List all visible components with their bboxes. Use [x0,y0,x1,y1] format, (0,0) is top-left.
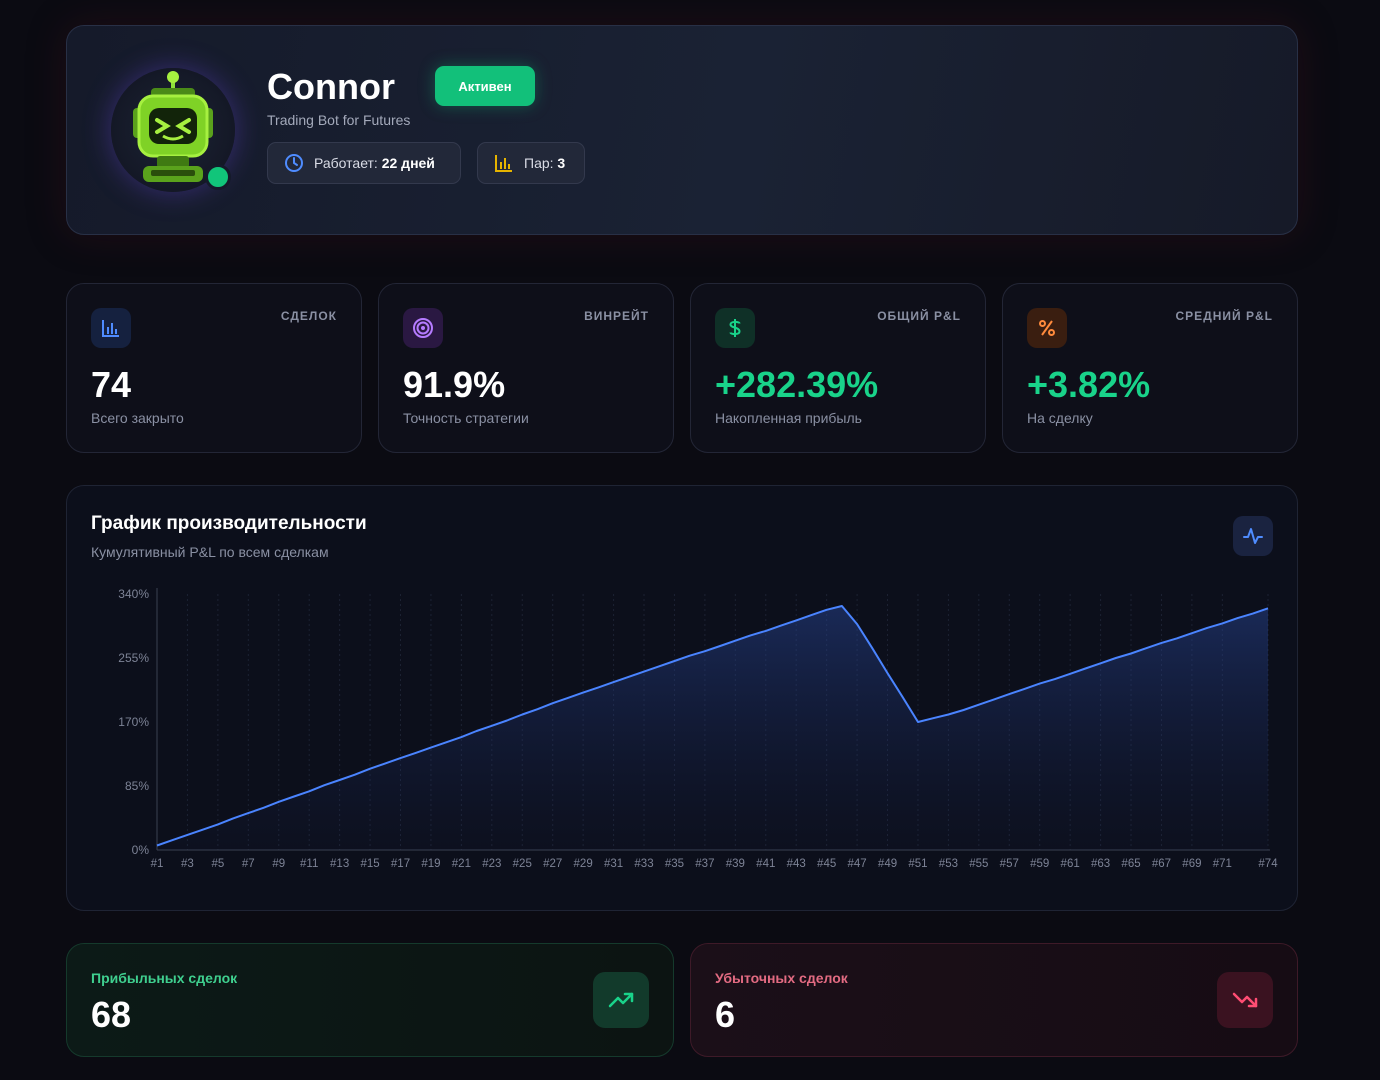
x-tick-label: #61 [1061,858,1080,870]
stat-desc: Накопленная прибыль [715,410,862,426]
series-area [157,606,1268,850]
performance-chart: 0% 85% 170% 255% 340% #1 #3 #5 #7 #9 #11 #13 #15 #17 #… [118,587,1278,870]
x-tick-label: #21 [452,858,471,870]
losing-trades-card: Убыточных сделок 6 [690,943,1298,1057]
online-indicator [205,164,231,190]
stat-card-total-pnl: ОБЩИЙ P&L +282.39% Накопленная прибыль [690,283,986,453]
stat-card-winrate: ВИНРЕЙТ 91.9% Точность стратегии [378,283,674,453]
clock-icon [285,154,303,172]
x-tick-label: #1 [151,858,164,870]
bot-name: Connor [267,66,395,107]
bar-chart-icon [495,155,512,172]
bot-subtitle: Trading Bot for Futures [267,112,411,128]
x-tick-label: #25 [513,858,532,870]
x-tick-label: #19 [421,858,440,870]
percent-icon [1027,308,1067,348]
x-tick-label: #13 [330,858,349,870]
stat-desc: Всего закрыто [91,410,184,426]
x-tick-label: #69 [1182,858,1201,870]
y-tick-label: 85% [125,779,149,793]
y-tick-label: 340% [118,587,149,601]
pairs-label: Пар: [524,155,554,171]
stat-value: 91.9% [403,364,506,405]
performance-chart-card: График производительности Кумулятивный P… [66,485,1298,911]
uptime-label: Работает: [314,155,378,171]
dollar-icon [715,308,755,348]
pairs-chip: Пар: 3 [477,142,585,184]
bar-chart-icon [91,308,131,348]
x-tick-label: #7 [242,858,255,870]
x-tick-label: #57 [1000,858,1019,870]
x-tick-label: #39 [726,858,745,870]
uptime-chip: Работает: 22 дней [267,142,461,184]
losing-label: Убыточных сделок [715,970,848,986]
stat-card-trades: СДЕЛОК 74 Всего закрыто [66,283,362,453]
target-icon [403,308,443,348]
x-tick-label: #63 [1091,858,1110,870]
stat-label: ВИНРЕЙТ [584,309,649,323]
x-tick-label: #27 [543,858,562,870]
bot-header-card: Connor Активен Trading Bot for Futures Р… [66,25,1298,235]
winning-value: 68 [91,994,132,1035]
x-tick-label: #43 [787,858,806,870]
x-tick-label: #53 [939,858,958,870]
x-tick-label: #74 [1258,858,1278,870]
x-tick-label: #9 [272,858,285,870]
y-tick-label: 255% [118,651,149,665]
stat-label: СДЕЛОК [280,309,337,323]
winning-label: Прибыльных сделок [91,970,238,986]
x-tick-label: #31 [604,858,623,870]
x-tick-label: #51 [908,858,927,870]
status-badge: Активен [435,66,535,106]
stat-label: СРЕДНИЙ P&L [1175,309,1273,323]
losing-value: 6 [715,994,736,1035]
x-tick-label: #15 [360,858,379,870]
x-tick-label: #35 [665,858,684,870]
x-tick-label: #45 [817,858,836,870]
x-tick-label: #29 [574,858,593,870]
uptime-value: 22 дней [381,155,435,171]
stat-value: +3.82% [1027,364,1151,405]
x-tick-label: #71 [1213,858,1232,870]
x-tick-label: #41 [756,858,775,870]
y-tick-label: 0% [132,843,150,857]
x-tick-label: #5 [211,858,224,870]
stat-desc: На сделку [1027,410,1093,426]
trend-up-icon [593,972,649,1028]
x-tick-label: #59 [1030,858,1049,870]
x-tick-label: #37 [695,858,714,870]
x-tick-label: #33 [634,858,653,870]
x-tick-label: #11 [300,858,318,870]
stat-value: +282.39% [715,364,879,405]
stat-value: 74 [91,364,132,405]
stat-card-avg-pnl: СРЕДНИЙ P&L +3.82% На сделку [1002,283,1298,453]
x-tick-label: #17 [391,858,410,870]
trend-down-icon [1217,972,1273,1028]
x-tick-label: #55 [969,858,988,870]
x-tick-label: #67 [1152,858,1171,870]
winning-trades-card: Прибыльных сделок 68 [66,943,674,1057]
x-tick-label: #3 [181,858,194,870]
x-tick-label: #49 [878,858,897,870]
x-tick-label: #23 [482,858,501,870]
y-tick-label: 170% [118,715,149,729]
x-tick-label: #65 [1121,858,1140,870]
x-tick-label: #47 [847,858,866,870]
stat-label: ОБЩИЙ P&L [877,309,961,323]
stat-desc: Точность стратегии [403,410,529,426]
pairs-value: 3 [557,155,566,171]
